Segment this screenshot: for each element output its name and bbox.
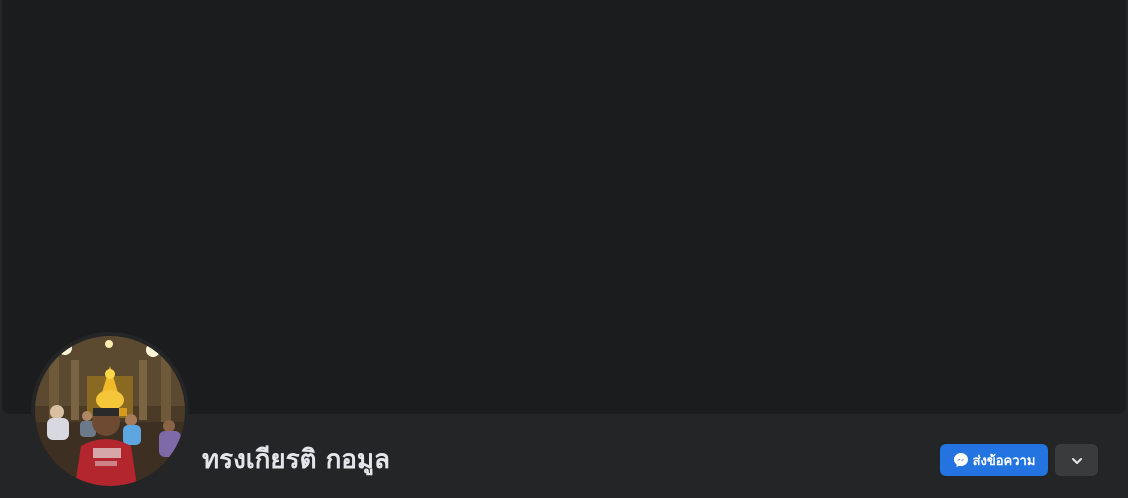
- profile-header: ทรงเกียรติ กอมูล ส่งข้อความ: [0, 0, 1128, 498]
- chevron-down-icon: [1071, 453, 1083, 468]
- messenger-icon: [953, 452, 969, 468]
- profile-picture[interactable]: [35, 336, 185, 486]
- cover-photo[interactable]: [2, 0, 1126, 414]
- more-options-button[interactable]: [1055, 444, 1098, 476]
- send-message-label: ส่งข้อความ: [972, 453, 1036, 469]
- send-message-button[interactable]: ส่งข้อความ: [940, 444, 1048, 476]
- profile-photo-image: [35, 336, 185, 486]
- profile-name: ทรงเกียรติ กอมูล: [202, 445, 390, 475]
- profile-picture-frame: [31, 332, 189, 490]
